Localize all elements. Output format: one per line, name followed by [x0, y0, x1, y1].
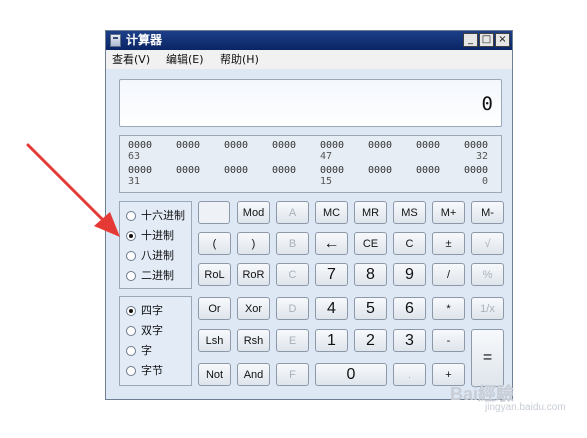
arrow-shaft: [26, 143, 107, 224]
watermark-url: jingyan.baidu.com: [485, 402, 566, 413]
red-arrow-annotation: [26, 143, 120, 237]
